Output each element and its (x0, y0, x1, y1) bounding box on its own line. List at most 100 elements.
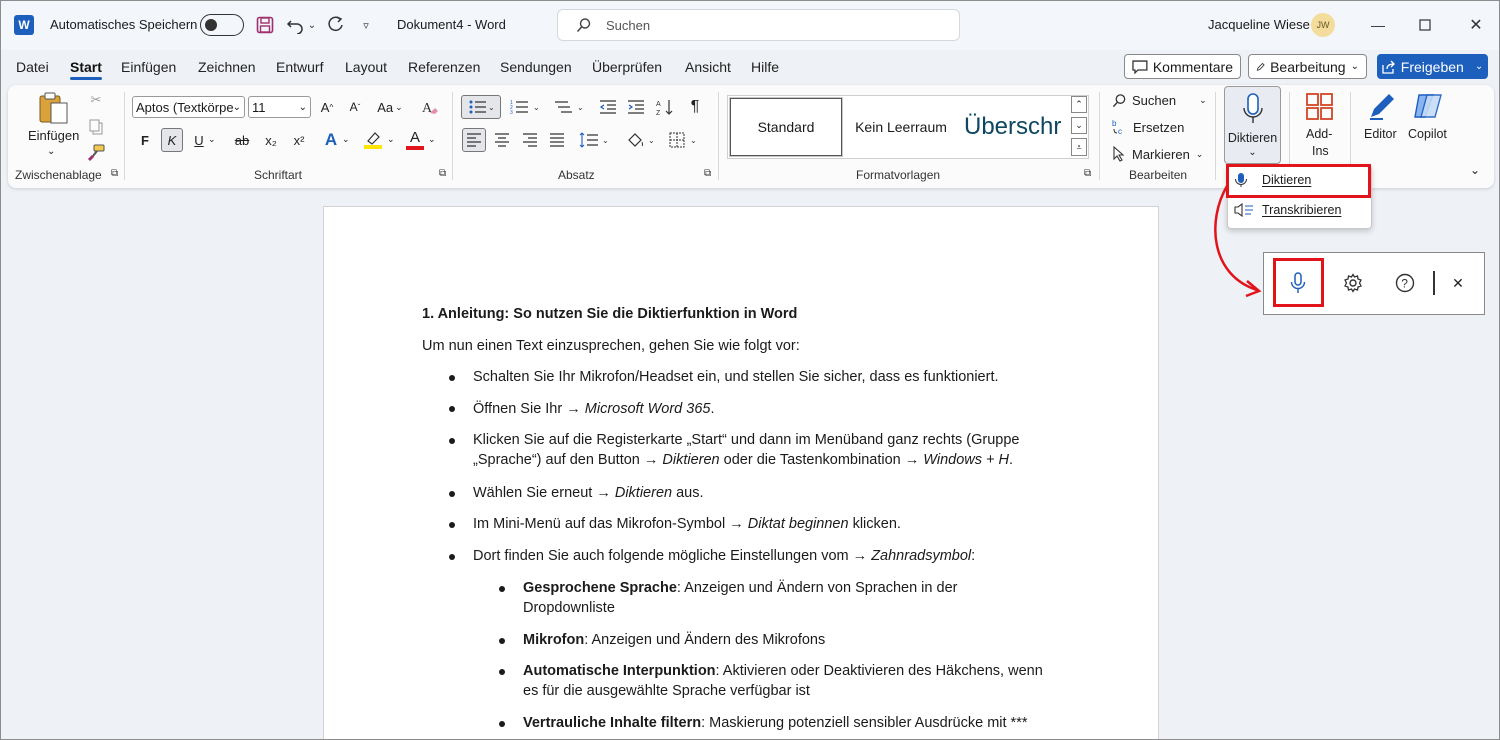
sort-icon[interactable]: AZ (654, 95, 676, 119)
shrink-font-icon[interactable]: Aˇ (344, 96, 366, 118)
copilot-label[interactable]: Copilot (1408, 127, 1447, 141)
decrease-indent-icon[interactable] (597, 95, 619, 119)
close-icon[interactable]: ✕ (1464, 13, 1488, 37)
minimize-icon[interactable]: — (1366, 13, 1390, 37)
align-center-button[interactable] (490, 128, 514, 152)
editor-icon[interactable] (1366, 90, 1398, 122)
increase-indent-icon[interactable] (625, 95, 647, 119)
copilot-icon[interactable] (1412, 90, 1446, 122)
style-kein-leerraum-label: Kein Leerraum (855, 119, 947, 135)
comments-button[interactable]: Kommentare (1124, 54, 1241, 79)
clear-formatting-icon[interactable]: A (419, 96, 441, 118)
align-left-button[interactable] (462, 128, 486, 152)
tab-ueberpruefen[interactable]: Überprüfen (592, 59, 662, 75)
paste-icon[interactable] (34, 88, 74, 128)
user-name[interactable]: Jacqueline Wiese (1208, 17, 1310, 32)
help-icon[interactable]: ? (1393, 271, 1417, 295)
subscript-button[interactable]: x₂ (261, 130, 281, 150)
show-marks-icon[interactable]: ¶ (684, 95, 706, 119)
editor-label[interactable]: Editor (1364, 127, 1397, 141)
tab-referenzen[interactable]: Referenzen (408, 59, 480, 75)
share-button[interactable]: Freigeben ⌄ (1377, 54, 1488, 79)
tab-datei[interactable]: Datei (16, 59, 49, 75)
gear-icon[interactable] (1341, 271, 1365, 295)
font-size-combo[interactable]: 11 ⌄ (248, 96, 311, 118)
paste-label[interactable]: Einfügen (28, 128, 79, 143)
style-ueberschrift[interactable]: Überschr (960, 98, 1070, 156)
search-box[interactable]: Suchen (557, 9, 960, 41)
tab-entwurf[interactable]: Entwurf (276, 59, 323, 75)
align-left-icon (467, 133, 481, 147)
shading-button[interactable]: ⌄ (624, 128, 658, 152)
document-page[interactable] (323, 206, 1159, 740)
paragraph-launcher-icon[interactable]: ⧉ (704, 168, 711, 179)
font-launcher-icon[interactable]: ⧉ (439, 168, 446, 179)
styles-more-icon[interactable]: ⩡ (1071, 138, 1087, 156)
format-painter-icon[interactable] (86, 143, 106, 163)
font-name-combo[interactable]: Aptos (Textkörpe ⌄ (132, 96, 245, 118)
editing-mode-button[interactable]: Bearbeitung ⌄ (1248, 54, 1367, 79)
redo-icon[interactable] (325, 14, 347, 36)
tab-einfuegen[interactable]: Einfügen (121, 59, 176, 75)
undo-dropdown-icon[interactable]: ⌄ (306, 14, 318, 36)
addins-icon[interactable] (1305, 92, 1335, 122)
microphone-icon (1242, 92, 1263, 123)
copy-icon[interactable] (86, 117, 106, 137)
pencil-icon (1256, 62, 1265, 71)
italic-button[interactable]: K (161, 128, 183, 152)
bold-button[interactable]: F (135, 130, 155, 150)
borders-button[interactable]: ⌄ (667, 128, 701, 152)
cut-icon[interactable]: ✂ (86, 90, 106, 110)
save-icon[interactable] (254, 14, 276, 36)
line-spacing-button[interactable]: ⌄ (577, 128, 611, 152)
share-label: Freigeben (1400, 58, 1464, 75)
style-kein-leerraum[interactable]: Kein Leerraum (846, 98, 956, 156)
dictate-dropdown-icon[interactable]: ⌄ (1248, 147, 1256, 158)
tab-sendungen[interactable]: Sendungen (500, 59, 572, 75)
close-icon[interactable]: ✕ (1448, 272, 1468, 294)
numbering-button[interactable]: 1 2 3 ⌄ (507, 95, 543, 119)
multilevel-list-button[interactable]: ⌄ (551, 95, 587, 119)
tab-start[interactable]: Start (70, 59, 102, 80)
tab-layout[interactable]: Layout (345, 59, 387, 75)
paste-dropdown-icon[interactable]: ⌄ (47, 146, 55, 157)
text-effects-dropdown-icon[interactable]: ⌄ (342, 134, 350, 145)
style-standard[interactable]: Standard (729, 97, 843, 157)
tab-zeichnen[interactable]: Zeichnen (198, 59, 256, 75)
customize-qat-icon[interactable]: ▿ (358, 14, 374, 36)
text-effects-icon[interactable]: A (320, 128, 342, 152)
divider (1215, 92, 1216, 180)
underline-dropdown-icon[interactable]: ⌄ (208, 134, 216, 145)
addins-label-line1[interactable]: Add- (1306, 127, 1332, 141)
find-button[interactable]: Suchen ⌄ (1112, 90, 1207, 110)
autosave-toggle[interactable] (200, 14, 244, 36)
tab-hilfe[interactable]: Hilfe (751, 59, 779, 75)
select-button[interactable]: Markieren ⌄ (1112, 144, 1203, 164)
dictate-split-button[interactable]: Diktieren ⌄ (1224, 86, 1281, 164)
tab-ansicht[interactable]: Ansicht (685, 59, 731, 75)
font-color-dropdown-icon[interactable]: ⌄ (428, 134, 436, 145)
highlighter-dropdown-icon[interactable]: ⌄ (387, 134, 395, 145)
font-color-icon[interactable]: A (404, 128, 426, 152)
change-case-button[interactable]: Aa ⌄ (373, 96, 407, 118)
styles-scroll-down-icon[interactable]: ⌄ (1071, 117, 1087, 134)
document-title: Dokument4 - Word (397, 17, 506, 32)
grow-font-icon[interactable]: A ^ (316, 96, 338, 118)
styles-launcher-icon[interactable]: ⧉ (1084, 168, 1091, 179)
highlighter-icon[interactable] (362, 128, 384, 152)
ribbon-collapse-icon[interactable]: ⌄ (1470, 163, 1480, 177)
divider (1099, 92, 1100, 180)
clipboard-launcher-icon[interactable]: ⧉ (111, 168, 118, 179)
addins-label-line2[interactable]: Ins (1312, 144, 1329, 158)
superscript-button[interactable]: x² (289, 130, 309, 150)
underline-button[interactable]: U (189, 130, 209, 150)
undo-icon[interactable] (284, 14, 306, 36)
maximize-icon[interactable] (1413, 13, 1437, 37)
align-right-button[interactable] (518, 128, 542, 152)
bullets-button[interactable]: ⌄ (461, 95, 501, 119)
strikethrough-button[interactable]: ab (230, 130, 254, 150)
justify-button[interactable] (545, 128, 569, 152)
replace-button[interactable]: bc Ersetzen (1112, 117, 1184, 137)
avatar[interactable]: JW (1311, 13, 1335, 37)
styles-scroll-up-icon[interactable]: ⌃ (1071, 96, 1087, 113)
